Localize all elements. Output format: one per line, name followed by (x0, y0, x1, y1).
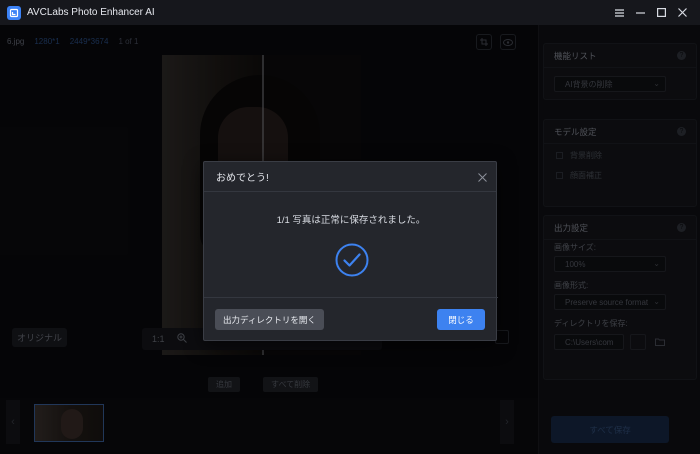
dialog-divider (204, 297, 498, 298)
save-success-dialog: おめでとう! 1/1 写真は正常に保存されました。 出力ディレクトリを開く 閉じ… (203, 161, 498, 341)
close-icon[interactable] (476, 171, 488, 183)
open-output-dir-button[interactable]: 出力ディレクトリを開く (215, 309, 324, 330)
app-logo-icon (7, 5, 21, 20)
app-title: AVCLabs Photo Enhancer AI (27, 7, 155, 18)
dialog-message: 1/1 写真は正常に保存されました。 (276, 215, 426, 226)
check-circle-icon (335, 243, 369, 279)
close-icon[interactable] (672, 3, 692, 23)
maximize-icon[interactable] (651, 3, 671, 23)
minimize-icon[interactable] (630, 3, 650, 23)
dialog-title: おめでとう! (216, 173, 269, 184)
title-bar: AVCLabs Photo Enhancer AI (0, 0, 700, 25)
close-button[interactable]: 閉じる (437, 309, 485, 330)
menu-icon[interactable] (609, 3, 629, 23)
